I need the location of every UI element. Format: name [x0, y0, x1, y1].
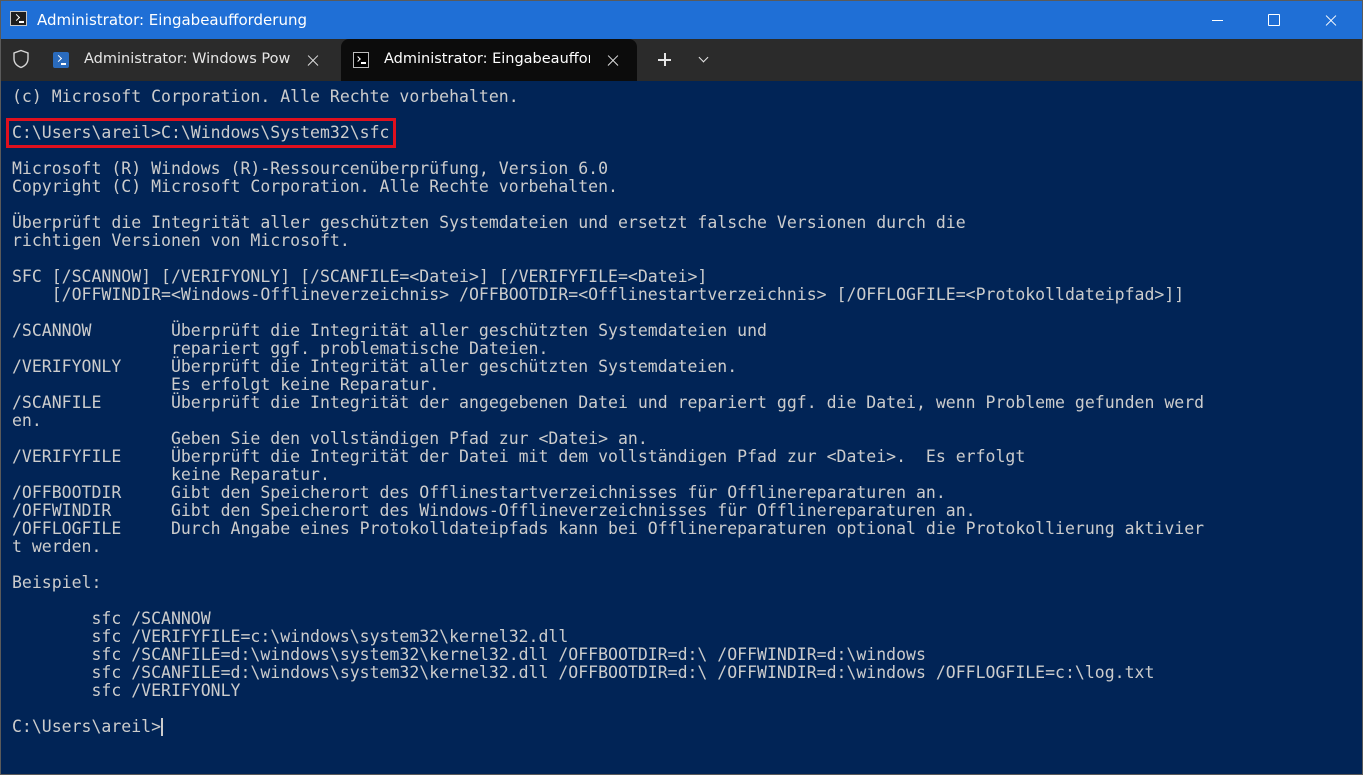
- tab-label: Administrator: Windows PowerShell: [84, 51, 290, 67]
- terminal-line: /OFFBOOTDIR Gibt den Speicherort des Off…: [12, 483, 946, 502]
- tab-label: Administrator: Eingabeaufforderung: [384, 51, 590, 67]
- terminal-line: en.: [12, 411, 42, 430]
- terminal-line: keine Reparatur.: [12, 465, 330, 484]
- terminal-line: sfc /SCANNOW: [12, 609, 211, 628]
- terminal-line: Beispiel:: [12, 573, 102, 592]
- terminal-line: sfc /VERIFYFILE=c:\windows\system32\kern…: [12, 627, 569, 646]
- cmd-icon: [353, 52, 369, 68]
- text-cursor: [161, 718, 163, 736]
- terminal-line: Microsoft (R) Windows (R)-Ressourcenüber…: [12, 159, 609, 178]
- title-bar[interactable]: Administrator: Eingabeaufforderung: [1, 1, 1362, 39]
- close-tab-icon[interactable]: [303, 50, 323, 70]
- terminal-line: /OFFWINDIR Gibt den Speicherort des Wind…: [12, 501, 976, 520]
- window-title: Administrator: Eingabeaufforderung: [37, 11, 307, 29]
- terminal-line: [/OFFWINDIR=<Windows-Offlineverzeichnis>…: [12, 285, 1185, 304]
- command-prompt-line[interactable]: C:\Users\areil>: [12, 718, 1204, 736]
- terminal-line: sfc /VERIFYONLY: [12, 681, 241, 700]
- maximize-button[interactable]: [1247, 1, 1301, 39]
- terminal-line: repariert ggf. problematische Dateien.: [12, 339, 549, 358]
- terminal-line: Copyright (C) Microsoft Corporation. All…: [12, 177, 618, 196]
- terminal-line: SFC [/SCANNOW] [/VERIFYONLY] [/SCANFILE=…: [12, 267, 708, 286]
- new-tab-plus-icon[interactable]: [653, 49, 677, 71]
- terminal-window: Administrator: Eingabeaufforderung Admin…: [0, 0, 1363, 775]
- terminal-line: Es erfolgt keine Reparatur.: [12, 375, 440, 394]
- terminal-line: Überprüft die Integrität aller geschützt…: [12, 213, 966, 232]
- terminal-line: sfc /SCANFILE=d:\windows\system32\kernel…: [12, 645, 926, 664]
- terminal-line: /OFFLOGFILE Durch Angabe eines Protokoll…: [12, 519, 1205, 538]
- terminal-line: sfc /SCANFILE=d:\windows\system32\kernel…: [12, 663, 1155, 682]
- terminal-line: /SCANFILE Überprüft die Integrität der a…: [12, 393, 1205, 412]
- tab-powershell[interactable]: Administrator: Windows PowerShell: [41, 39, 339, 81]
- terminal-line: /VERIFYFILE Überprüft die Integrität der…: [12, 447, 1026, 466]
- chevron-down-icon[interactable]: [691, 49, 717, 71]
- terminal-line: C:\Users\areil>C:\Windows\System32\sfc: [6, 118, 1204, 148]
- close-window-button[interactable]: [1304, 1, 1358, 39]
- terminal-line: Geben Sie den vollständigen Pfad zur <Da…: [12, 429, 648, 448]
- terminal-line: t werden.: [12, 537, 102, 556]
- terminal-line: richtigen Versionen von Microsoft.: [12, 231, 350, 250]
- terminal-line: (c) Microsoft Corporation. Alle Rechte v…: [12, 87, 519, 106]
- highlighted-command: C:\Users\areil>C:\Windows\System32\sfc: [6, 118, 396, 148]
- terminal-app-icon: [10, 11, 27, 26]
- minimize-button[interactable]: [1191, 1, 1245, 39]
- close-tab-icon[interactable]: [603, 50, 623, 70]
- command-prompt: C:\Users\areil>: [12, 717, 162, 736]
- powershell-icon: [53, 52, 69, 68]
- terminal-line: /SCANNOW Überprüft die Integrität aller …: [12, 321, 767, 340]
- admin-shield-icon: [13, 49, 29, 69]
- terminal-line: /VERIFYONLY Überprüft die Integrität all…: [12, 357, 738, 376]
- tab-eingabeaufforderung[interactable]: Administrator: Eingabeaufforderung: [341, 39, 637, 81]
- tab-bar: Administrator: Windows PowerShell Admini…: [1, 39, 1362, 81]
- terminal-output[interactable]: (c) Microsoft Corporation. Alle Rechte v…: [6, 87, 1205, 736]
